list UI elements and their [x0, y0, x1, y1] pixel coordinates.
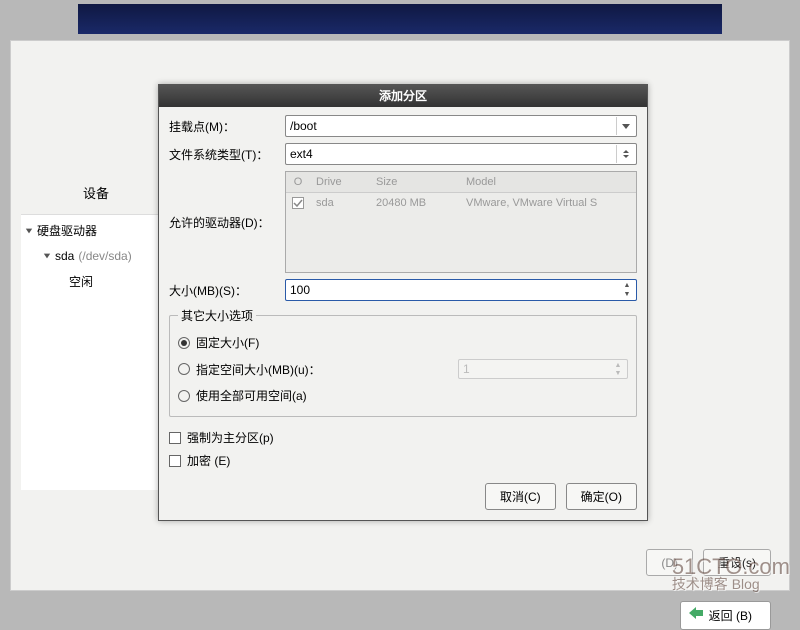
dialog-title: 添加分区: [159, 85, 647, 107]
size-label: 大小(MB)(S)：: [169, 282, 279, 299]
upto-input: 1 ▲▼: [458, 359, 628, 379]
table-row[interactable]: sda 20480 MB VMware, VMware Virtual S: [286, 193, 636, 215]
allowed-drives-label: 允许的驱动器(D)：: [169, 214, 279, 231]
sidebar-header: 设备: [21, 171, 171, 215]
tree-hard-drives-label: 硬盘驱动器: [37, 222, 97, 239]
primary-check-row[interactable]: 强制为主分区(p): [169, 425, 637, 448]
radio-fill[interactable]: [178, 390, 190, 402]
radio-upto[interactable]: [178, 363, 190, 375]
radio-upto-row[interactable]: 指定空间大小(MB)(u)： 1 ▲▼: [178, 355, 628, 383]
dialog-body: 挂载点(M)： 文件系统类型(T)： 允许的驱动器(D)： O Drive: [159, 107, 647, 520]
hdr-size: Size: [370, 172, 460, 192]
size-options-legend: 其它大小选项: [178, 307, 256, 324]
size-options-fieldset: 其它大小选项 固定大小(F) 指定空间大小(MB)(u)： 1 ▲▼ 使用全部可…: [169, 307, 637, 417]
upto-spinner: ▲▼: [611, 361, 625, 377]
encrypt-label: 加密 (E): [187, 452, 230, 469]
allowed-drives-table[interactable]: O Drive Size Model sda 20480 MB VMware, …: [285, 171, 637, 273]
row-model: VMware, VMware Virtual S: [460, 193, 636, 215]
size-spinner[interactable]: ▲▼: [620, 281, 634, 299]
mount-point-label: 挂载点(M)：: [169, 118, 279, 135]
chevron-down-icon: [43, 252, 51, 260]
tree-free[interactable]: 空闲: [21, 270, 171, 293]
ok-button[interactable]: 确定(O): [566, 483, 637, 510]
radio-fixed[interactable]: [178, 337, 190, 349]
row-size: 20480 MB: [370, 193, 460, 215]
tree-free-label: 空闲: [69, 273, 93, 290]
size-input[interactable]: [290, 283, 632, 297]
size-input-wrap[interactable]: ▲▼: [285, 279, 637, 301]
primary-label: 强制为主分区(p): [187, 429, 274, 446]
dropdown-spinner-icon[interactable]: [616, 145, 634, 163]
tree-hard-drives[interactable]: 硬盘驱动器: [21, 219, 171, 242]
tree-sda-device: (/dev/sda): [78, 249, 131, 263]
tree-sda-label: sda: [55, 249, 74, 263]
chevron-down-icon: [25, 227, 33, 235]
radio-fixed-row[interactable]: 固定大小(F): [178, 330, 628, 355]
tree-sda[interactable]: sda (/dev/sda): [21, 246, 171, 266]
radio-fixed-label: 固定大小(F): [196, 334, 259, 351]
radio-upto-label: 指定空间大小(MB)(u)：: [196, 361, 321, 378]
table-header: O Drive Size Model: [286, 172, 636, 193]
primary-checkbox[interactable]: [169, 432, 181, 444]
hdr-check: O: [294, 176, 303, 188]
back-button[interactable]: 返回 (B): [680, 601, 771, 630]
upto-value: 1: [463, 362, 470, 376]
hdr-drive: Drive: [310, 172, 370, 192]
back-row: 返回 (B): [680, 601, 771, 630]
hdr-model: Model: [460, 172, 636, 192]
encrypt-checkbox[interactable]: [169, 455, 181, 467]
row-checkbox[interactable]: [292, 197, 304, 209]
row-drive: sda: [310, 193, 370, 215]
installer-top-bar: [78, 4, 722, 34]
device-sidebar: 设备 硬盘驱动器 sda (/dev/sda) 空闲: [21, 171, 171, 490]
radio-fill-row[interactable]: 使用全部可用空间(a): [178, 383, 628, 408]
fstype-combo[interactable]: [285, 143, 637, 165]
add-partition-dialog: 添加分区 挂载点(M)： 文件系统类型(T)： 允许的驱动器(D)： O: [158, 84, 648, 521]
dialog-buttons: 取消(C) 确定(O): [169, 483, 637, 510]
cancel-button[interactable]: 取消(C): [485, 483, 556, 510]
back-button-label: 返回 (B): [709, 609, 752, 623]
chevron-down-icon[interactable]: [616, 117, 634, 135]
fstype-input[interactable]: [290, 147, 632, 161]
watermark: 51CTO.com 技术博客 Blog: [672, 557, 790, 591]
arrow-left-icon: [689, 607, 703, 619]
mount-point-input[interactable]: [290, 119, 632, 133]
watermark-line2: 技术博客 Blog: [672, 578, 790, 591]
radio-fill-label: 使用全部可用空间(a): [196, 387, 307, 404]
encrypt-check-row[interactable]: 加密 (E): [169, 448, 637, 471]
mount-point-combo[interactable]: [285, 115, 637, 137]
fstype-label: 文件系统类型(T)：: [169, 146, 279, 163]
